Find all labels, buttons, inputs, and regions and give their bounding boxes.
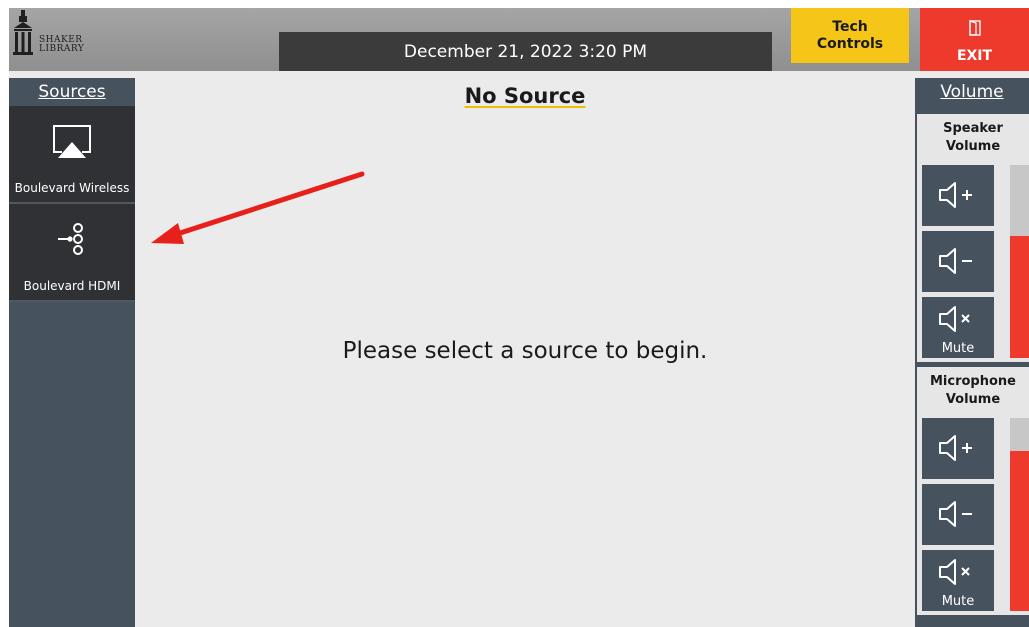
speaker-volume-down-button[interactable] (922, 231, 994, 292)
source-divider (9, 300, 135, 302)
microphone-level-fill (1010, 450, 1029, 611)
speaker-level-meter[interactable] (1010, 165, 1029, 358)
page-title: No Source (135, 84, 915, 108)
door-exit-icon (969, 20, 981, 36)
source-boulevard-wireless-button[interactable]: Boulevard Wireless (9, 106, 135, 202)
microphone-volume-up-button[interactable] (922, 418, 994, 479)
source-label: Boulevard HDMI (23, 279, 121, 293)
speaker-mute-icon (939, 306, 970, 332)
datetime-text: December 21, 2022 3:20 PM (403, 41, 648, 62)
speaker-minus-icon (939, 501, 972, 527)
speaker-volume-up-button[interactable] (922, 165, 994, 226)
shaker-library-logo: SHAKER LIBRARY (9, 8, 113, 65)
speaker-mute-icon (939, 559, 970, 585)
datetime-display: December 21, 2022 3:20 PM (279, 32, 772, 71)
microphone-level-meter[interactable] (1010, 418, 1029, 611)
library-building-icon (13, 10, 33, 55)
speaker-volume-group: Speaker Volume Mute (917, 114, 1029, 362)
exit-label: EXIT (956, 48, 993, 64)
volume-heading: Volume (940, 82, 1004, 102)
speaker-mute-button[interactable]: Mute (922, 297, 994, 358)
speaker-plus-icon (939, 182, 972, 208)
airplay-icon (53, 125, 91, 158)
sources-sidebar: Sources Boulevard Wireless Boulevard HDM… (9, 78, 135, 627)
page-title-text: No Source (464, 84, 586, 108)
microphone-volume-group: Microphone Volume Mute (917, 367, 1029, 615)
microphone-volume-title: Microphone Volume (929, 374, 1016, 407)
annotation-arrow-icon (151, 171, 365, 244)
source-boulevard-hdmi-button[interactable]: Boulevard HDMI (9, 204, 135, 300)
sources-heading: Sources (38, 82, 106, 102)
speaker-level-fill (1010, 236, 1029, 358)
speaker-plus-icon (939, 435, 972, 461)
exit-button[interactable]: EXIT (920, 8, 1029, 71)
speaker-minus-icon (939, 248, 972, 274)
tech-controls-button[interactable]: Tech Controls (791, 8, 909, 63)
mute-label: Mute (941, 594, 975, 609)
mute-label: Mute (941, 341, 975, 356)
volume-panel: Volume Speaker Volume Mute Microphone Vo… (915, 78, 1029, 627)
microphone-volume-down-button[interactable] (922, 484, 994, 545)
speaker-volume-title: Speaker Volume (943, 121, 1003, 154)
hdmi-input-icon (58, 223, 83, 255)
select-source-prompt: Please select a source to begin. (342, 338, 708, 364)
source-label: Boulevard Wireless (14, 181, 130, 195)
logo-text: SHAKER LIBRARY (39, 36, 84, 54)
microphone-mute-button[interactable]: Mute (922, 550, 994, 611)
logo-text-line2: LIBRARY (39, 44, 85, 54)
